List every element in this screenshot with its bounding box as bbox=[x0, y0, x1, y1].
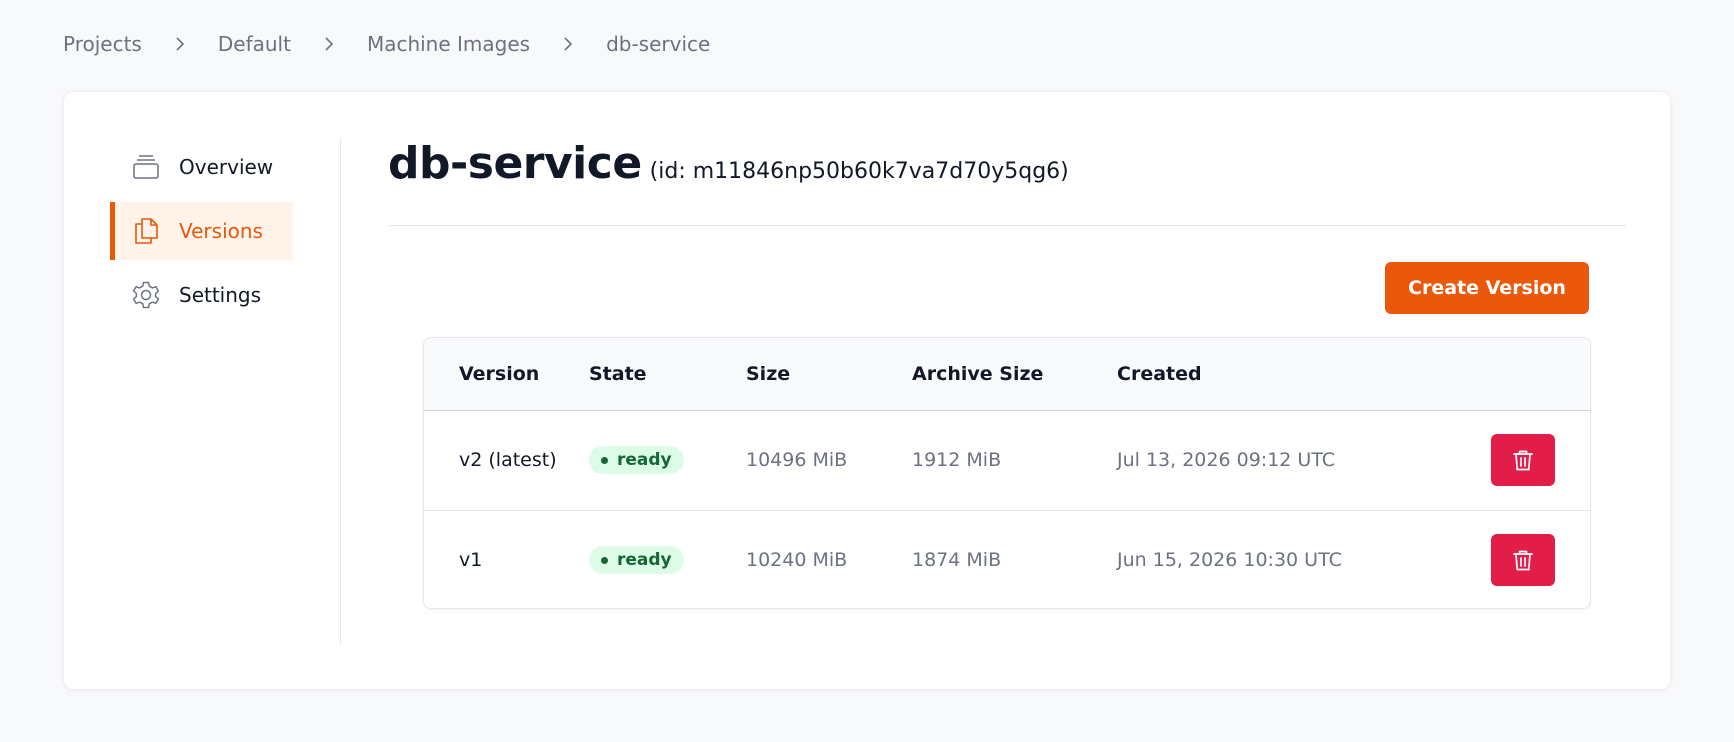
create-version-button[interactable]: Create Version bbox=[1385, 262, 1589, 314]
chevron-right-icon bbox=[291, 36, 367, 52]
breadcrumb: Projects Default Machine Images db-servi… bbox=[63, 30, 710, 58]
page-title: db-service bbox=[388, 138, 642, 189]
breadcrumb-current: db-service bbox=[606, 32, 711, 56]
sidebar-item-versions[interactable]: Versions bbox=[110, 202, 293, 260]
archive-size-cell: 1874 MiB bbox=[912, 509, 1117, 608]
state-cell: ready bbox=[589, 509, 746, 608]
column-header-actions bbox=[1457, 338, 1590, 411]
state-cell: ready bbox=[589, 410, 746, 510]
created-cell: Jun 15, 2026 10:30 UTC bbox=[1117, 509, 1457, 608]
size-cell: 10240 MiB bbox=[746, 509, 912, 608]
created-cell: Jul 13, 2026 09:12 UTC bbox=[1117, 449, 1336, 471]
sidebar-item-label: Overview bbox=[179, 155, 274, 179]
column-header-version: Version bbox=[424, 338, 589, 411]
page-header: db-service (id: m11846np50b60k7va7d70y5q… bbox=[388, 138, 1626, 192]
trash-icon bbox=[1513, 550, 1533, 571]
breadcrumb-machine-images[interactable]: Machine Images bbox=[367, 32, 530, 56]
actions-cell bbox=[1457, 410, 1590, 510]
status-label: ready bbox=[617, 550, 672, 571]
main-content: db-service (id: m11846np50b60k7va7d70y5q… bbox=[388, 138, 1626, 192]
status-dot-icon bbox=[601, 556, 608, 564]
table-header-row: Version State Size Archive Size Created bbox=[424, 338, 1590, 411]
column-header-archive-size: Archive Size bbox=[912, 338, 1117, 411]
header-divider bbox=[388, 225, 1626, 226]
image-id: (id: m11846np50b60k7va7d70y5qg6) bbox=[649, 159, 1069, 184]
chevron-right-icon bbox=[142, 36, 218, 52]
archive-size-cell: 1912 MiB bbox=[912, 449, 1002, 471]
delete-version-button[interactable] bbox=[1491, 534, 1555, 587]
breadcrumb-projects[interactable]: Projects bbox=[63, 32, 142, 56]
sidebar: Overview Versions Settings bbox=[110, 138, 310, 330]
chevron-right-icon bbox=[530, 36, 606, 52]
status-badge: ready bbox=[589, 546, 684, 575]
breadcrumb-default[interactable]: Default bbox=[218, 32, 291, 56]
table-row: v1 ready 10240 MiB 1874 MiB Jun 15, 2026… bbox=[424, 509, 1590, 608]
status-label: ready bbox=[617, 450, 672, 470]
versions-table: Version State Size Archive Size Created … bbox=[423, 337, 1591, 609]
column-header-created: Created bbox=[1117, 338, 1457, 411]
status-dot-icon bbox=[601, 456, 608, 464]
archive-icon bbox=[130, 151, 162, 183]
gear-icon bbox=[130, 279, 162, 311]
sidebar-item-label: Versions bbox=[179, 219, 263, 243]
size-cell: 10496 MiB bbox=[746, 449, 848, 471]
sidebar-item-settings[interactable]: Settings bbox=[110, 266, 310, 324]
sidebar-item-overview[interactable]: Overview bbox=[110, 138, 310, 196]
column-header-state: State bbox=[589, 338, 746, 411]
column-header-size: Size bbox=[746, 338, 912, 411]
status-badge: ready bbox=[589, 446, 684, 474]
documents-icon bbox=[130, 215, 162, 247]
content-card: Overview Versions Settings db-service (i… bbox=[63, 91, 1671, 690]
version-cell: v1 bbox=[424, 509, 589, 608]
actions-cell bbox=[1457, 509, 1590, 608]
sidebar-divider bbox=[340, 138, 341, 644]
version-cell: v2 (latest) bbox=[459, 449, 557, 471]
trash-icon bbox=[1513, 450, 1533, 471]
delete-version-button[interactable] bbox=[1491, 434, 1555, 486]
table-row: v2 (latest) ready 10496 MiB 1912 MiB Jul… bbox=[424, 410, 1590, 510]
sidebar-item-label: Settings bbox=[179, 283, 262, 307]
